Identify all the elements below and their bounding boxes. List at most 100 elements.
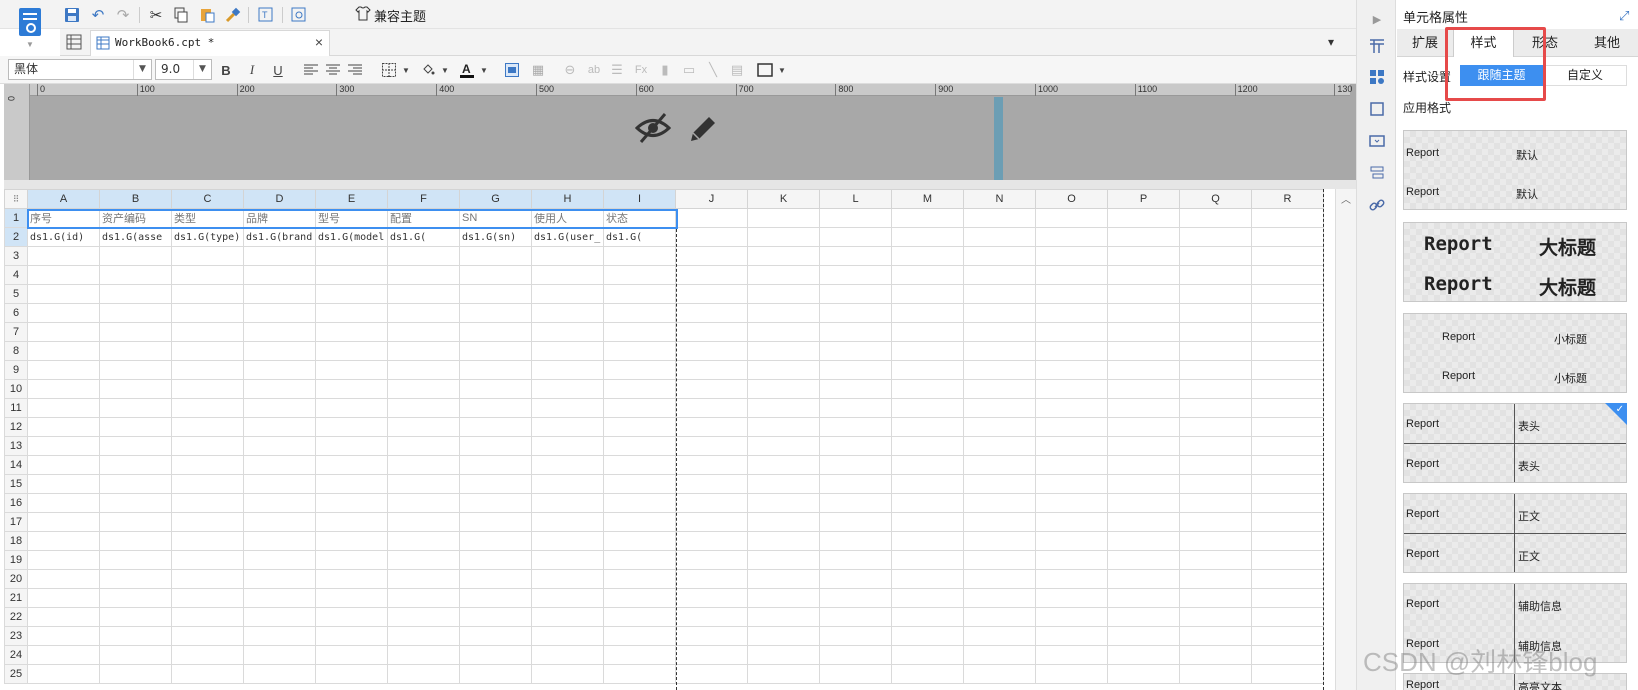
cell-b14[interactable] [99,455,172,475]
cell-d5[interactable] [243,284,316,304]
cell-d7[interactable] [243,322,316,342]
cell-l16[interactable] [819,493,892,513]
cell-o8[interactable] [1035,341,1108,361]
cell-f24[interactable] [387,645,460,665]
cell-b18[interactable] [99,531,172,551]
cell-p6[interactable] [1107,303,1180,323]
cell-b8[interactable] [99,341,172,361]
cell-q10[interactable] [1179,379,1252,399]
cell-n24[interactable] [963,645,1036,665]
cell-r20[interactable] [1251,569,1324,589]
column-header-h[interactable]: H [531,189,604,209]
table-grid-icon[interactable]: ▦ [528,60,548,80]
cell-r6[interactable] [1251,303,1324,323]
cell-f15[interactable] [387,474,460,494]
cell-g18[interactable] [459,531,532,551]
cell-j5[interactable] [675,284,748,304]
cell-n20[interactable] [963,569,1036,589]
cell-g19[interactable] [459,550,532,570]
cell-q12[interactable] [1179,417,1252,437]
cell-p25[interactable] [1107,664,1180,684]
redo-icon[interactable]: ↷ [113,5,133,25]
cell-e3[interactable] [315,246,388,266]
cell-n22[interactable] [963,607,1036,627]
cell-m9[interactable] [891,360,964,380]
cell-e1[interactable]: 型号 [315,208,388,228]
cell-h15[interactable] [531,474,604,494]
font-family-select[interactable]: 黑体 ▼ [8,59,152,80]
cell-f1[interactable]: 配置 [387,208,460,228]
cell-j13[interactable] [675,436,748,456]
style-preset-default[interactable]: Report 默认 Report 默认 [1403,130,1627,210]
cell-p17[interactable] [1107,512,1180,532]
cell-q15[interactable] [1179,474,1252,494]
cell-p2[interactable] [1107,227,1180,247]
cell-j1[interactable] [675,208,748,228]
column-header-d[interactable]: D [243,189,316,209]
cell-a3[interactable] [27,246,100,266]
cell-r14[interactable] [1251,455,1324,475]
cell-h12[interactable] [531,417,604,437]
widget-property-icon[interactable] [1367,131,1387,151]
cell-h17[interactable] [531,512,604,532]
column-header-p[interactable]: P [1107,189,1180,209]
cell-d2[interactable]: ds1.G(brand [243,227,316,247]
cell-i9[interactable] [603,360,676,380]
cell-a21[interactable] [27,588,100,608]
cell-l25[interactable] [819,664,892,684]
cell-g5[interactable] [459,284,532,304]
cell-c18[interactable] [171,531,244,551]
cell-b5[interactable] [99,284,172,304]
cell-e4[interactable] [315,265,388,285]
cell-i19[interactable] [603,550,676,570]
cell-d4[interactable] [243,265,316,285]
font-color-dropdown-icon[interactable]: ▼ [474,60,494,80]
cell-b4[interactable] [99,265,172,285]
cell-p10[interactable] [1107,379,1180,399]
column-header-r[interactable]: R [1251,189,1324,209]
cell-r15[interactable] [1251,474,1324,494]
cell-r24[interactable] [1251,645,1324,665]
cell-i12[interactable] [603,417,676,437]
cell-q20[interactable] [1179,569,1252,589]
cell-n25[interactable] [963,664,1036,684]
cell-d6[interactable] [243,303,316,323]
bold-button[interactable]: B [216,60,236,80]
row-header[interactable]: 3 [4,246,28,266]
cell-a17[interactable] [27,512,100,532]
cell-a2[interactable]: ds1.G(id) [27,227,100,247]
row-header[interactable]: 24 [4,645,28,665]
cell-g6[interactable] [459,303,532,323]
cell-expand-icon[interactable] [1367,36,1387,56]
cell-l18[interactable] [819,531,892,551]
cell-m14[interactable] [891,455,964,475]
cell-e16[interactable] [315,493,388,513]
cell-g8[interactable] [459,341,532,361]
cell-a25[interactable] [27,664,100,684]
cell-n23[interactable] [963,626,1036,646]
save-icon[interactable] [62,5,82,25]
cell-j2[interactable] [675,227,748,247]
cell-p20[interactable] [1107,569,1180,589]
scroll-up-icon[interactable]: ︿ [1341,191,1351,206]
cell-q6[interactable] [1179,303,1252,323]
style-preset-title[interactable]: Report 大标题 Report 大标题 [1403,222,1627,302]
row-header[interactable]: 19 [4,550,28,570]
cell-n6[interactable] [963,303,1036,323]
row-header[interactable]: 12 [4,417,28,437]
cell-d21[interactable] [243,588,316,608]
cell-p19[interactable] [1107,550,1180,570]
cell-i1[interactable]: 状态 [603,208,676,228]
cell-e13[interactable] [315,436,388,456]
cell-q11[interactable] [1179,398,1252,418]
row-header[interactable]: 13 [4,436,28,456]
cell-p14[interactable] [1107,455,1180,475]
cell-l7[interactable] [819,322,892,342]
cell-c16[interactable] [171,493,244,513]
cell-p9[interactable] [1107,360,1180,380]
cell-a19[interactable] [27,550,100,570]
frame-property-icon[interactable] [1367,99,1387,119]
cell-a11[interactable] [27,398,100,418]
cell-h11[interactable] [531,398,604,418]
cell-c24[interactable] [171,645,244,665]
